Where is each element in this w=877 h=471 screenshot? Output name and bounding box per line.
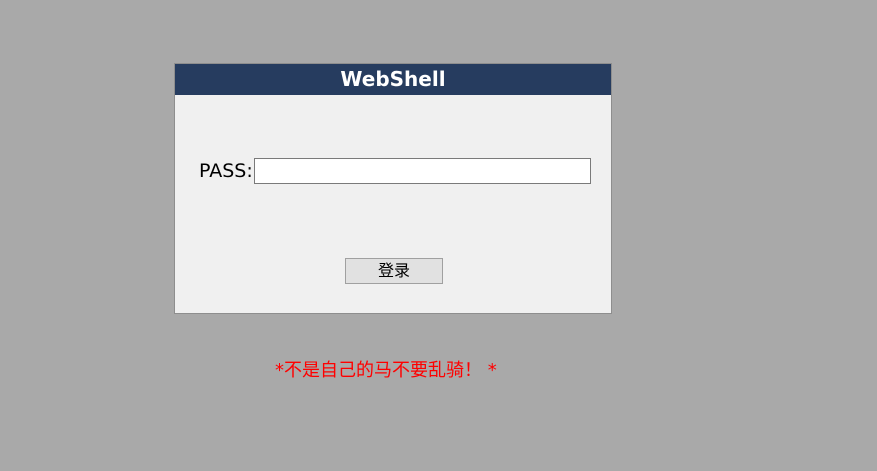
pass-input[interactable] bbox=[253, 158, 591, 184]
login-button[interactable]: 登录 bbox=[345, 258, 443, 284]
page-background: { "login": { "title": "WebShell", "pass_… bbox=[0, 0, 877, 471]
pass-row: PASS: bbox=[199, 158, 591, 184]
panel-title: WebShell bbox=[175, 64, 611, 95]
login-panel: WebShell PASS: 登录 bbox=[174, 63, 612, 314]
warning-text: *不是自己的马不要乱骑！ * bbox=[275, 360, 497, 381]
pass-label: PASS: bbox=[199, 160, 253, 182]
